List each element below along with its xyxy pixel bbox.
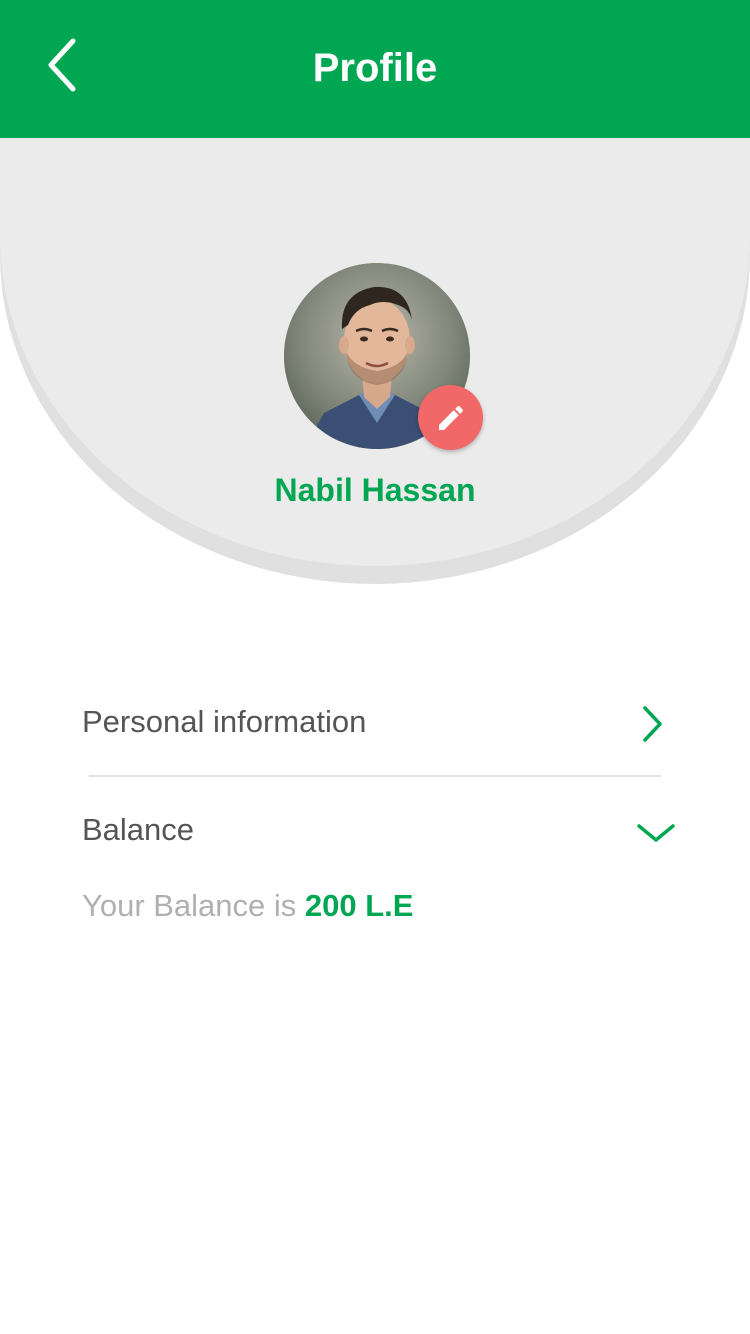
chevron-right-icon (622, 694, 682, 754)
user-name: Nabil Hassan (274, 472, 476, 508)
edit-avatar-button[interactable] (418, 385, 483, 450)
profile-screen: Profile Nabil Hassan Personal informatio… (0, 0, 750, 1334)
personal-information-label: Personal information (82, 704, 367, 739)
balance-label: Balance (82, 812, 195, 847)
balance-prefix: Your Balance is (82, 888, 305, 923)
balance-row[interactable]: Balance (82, 802, 682, 862)
balance-amount: 200 L.E (304, 888, 414, 923)
app-header: Profile (0, 0, 750, 138)
personal-information-row[interactable]: Personal information (82, 694, 682, 754)
balance-text: Your Balance is 200 L.E (82, 886, 413, 926)
chevron-down-icon (626, 802, 686, 862)
row-divider (89, 775, 661, 777)
pencil-icon (438, 405, 463, 430)
page-title: Profile (312, 46, 438, 90)
